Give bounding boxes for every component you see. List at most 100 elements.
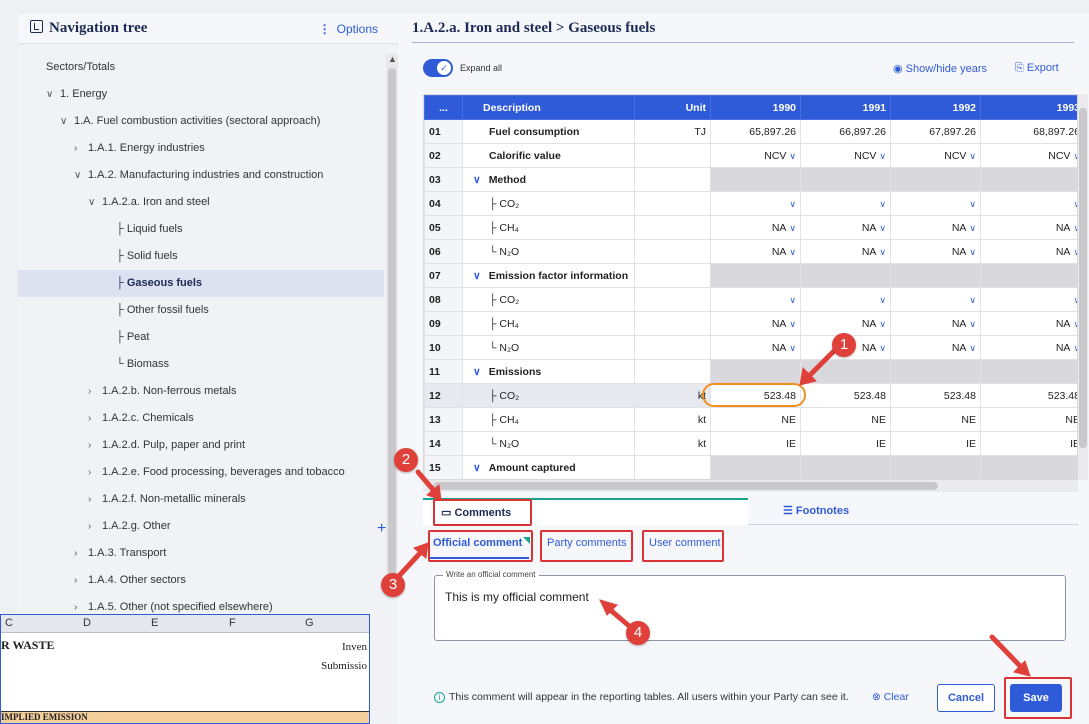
data-cell[interactable]: ∨ <box>980 287 1077 312</box>
tree-item[interactable]: › 1.A.2.b. Non-ferrous metals <box>18 378 384 405</box>
data-cell[interactable]: NA∨ <box>710 239 801 264</box>
tree-item[interactable]: › 1.A.4. Other sectors <box>18 567 384 594</box>
row-description[interactable]: ∨ Emission factor information <box>462 263 635 288</box>
chevron-down-icon[interactable]: ∨ <box>473 462 481 474</box>
chevron-down-icon[interactable]: ∨ <box>789 199 796 209</box>
scroll-up-icon[interactable]: ▲ <box>388 54 397 64</box>
chevron-down-icon[interactable]: ∨ <box>60 108 74 135</box>
chevron-right-icon[interactable]: › <box>88 486 102 513</box>
chevron-down-icon[interactable]: ∨ <box>969 247 976 257</box>
chevron-down-icon[interactable]: ∨ <box>879 199 886 209</box>
tree-item[interactable]: ∨ 1.A. Fuel combustion activities (sector… <box>18 108 384 135</box>
grid-vertical-scrollbar[interactable] <box>1078 94 1088 480</box>
plus-icon[interactable]: + <box>377 520 386 538</box>
tree-item[interactable]: › 1.A.2.d. Pulp, paper and print <box>18 432 384 459</box>
tree-item[interactable]: › 1.A.2.c. Chemicals <box>18 405 384 432</box>
grid-scroll-thumb[interactable] <box>1079 108 1087 448</box>
data-cell[interactable]: NA∨ <box>710 335 801 360</box>
data-cell[interactable]: NA∨ <box>890 335 981 360</box>
data-cell[interactable]: NCV∨ <box>890 143 981 168</box>
column-header[interactable]: ... <box>424 95 463 120</box>
data-cell[interactable]: ∨ <box>980 191 1077 216</box>
data-cell[interactable]: IE <box>710 431 801 456</box>
column-header[interactable]: Unit <box>634 95 711 120</box>
tree-item[interactable]: › 1.A.2.f. Non-metallic minerals <box>18 486 384 513</box>
chevron-down-icon[interactable]: ∨ <box>879 151 886 161</box>
data-cell[interactable]: ∨ <box>800 287 891 312</box>
tree-item[interactable]: ∨ 1.A.2. Manufacturing industries and con… <box>18 162 384 189</box>
data-cell[interactable]: NE <box>710 407 801 432</box>
data-cell[interactable]: NA∨ <box>710 311 801 336</box>
data-cell[interactable]: NA∨ <box>890 311 981 336</box>
tree-scroll-thumb[interactable] <box>388 68 396 594</box>
tree-item[interactable]: ├ Peat <box>18 324 384 351</box>
row-description[interactable]: ∨ Amount captured <box>462 455 635 479</box>
column-header[interactable]: Description <box>462 95 635 120</box>
data-cell[interactable]: NA∨ <box>710 215 801 240</box>
chevron-down-icon[interactable]: ∨ <box>969 319 976 329</box>
chevron-down-icon[interactable]: ∨ <box>473 270 481 282</box>
data-cell[interactable]: 65,897.26 <box>710 119 801 144</box>
data-cell[interactable]: 523.48 <box>800 383 891 408</box>
chevron-down-icon[interactable]: ∨ <box>88 189 102 216</box>
chevron-down-icon[interactable]: ∨ <box>789 151 796 161</box>
chevron-right-icon[interactable]: › <box>74 135 88 162</box>
data-cell[interactable]: 68,897.26 <box>980 119 1077 144</box>
grid-hscroll-thumb[interactable] <box>433 482 938 490</box>
tree-item[interactable]: ∨ 1. Energy <box>18 81 384 108</box>
data-cell[interactable]: NE <box>980 407 1077 432</box>
data-cell[interactable]: NCV∨ <box>800 143 891 168</box>
data-cell[interactable]: NE <box>800 407 891 432</box>
tree-scrollbar[interactable]: ▲ <box>386 54 398 594</box>
data-cell[interactable]: NE <box>890 407 981 432</box>
chevron-down-icon[interactable]: ∨ <box>969 343 976 353</box>
tree-item[interactable]: Sectors/Totals <box>18 54 384 81</box>
chevron-down-icon[interactable]: ∨ <box>969 199 976 209</box>
chevron-down-icon[interactable]: ∨ <box>473 366 481 378</box>
tree-item[interactable]: └ Biomass <box>18 351 384 378</box>
chevron-down-icon[interactable]: ∨ <box>473 174 481 186</box>
data-cell[interactable]: 67,897.26 <box>890 119 981 144</box>
data-cell[interactable]: NA∨ <box>980 311 1077 336</box>
tree-item[interactable]: ├ Liquid fuels <box>18 216 384 243</box>
chevron-down-icon[interactable]: ∨ <box>789 223 796 233</box>
data-cell[interactable]: 523.48 <box>890 383 981 408</box>
data-cell[interactable]: 523.48 <box>980 383 1077 408</box>
tree-item[interactable]: › 1.A.1. Energy industries <box>18 135 384 162</box>
chevron-down-icon[interactable]: ∨ <box>879 247 886 257</box>
data-cell[interactable]: 66,897.26 <box>800 119 891 144</box>
tree-item[interactable]: ├ Solid fuels <box>18 243 384 270</box>
chevron-down-icon[interactable]: ∨ <box>74 162 88 189</box>
tree-item[interactable]: › 1.A.3. Transport <box>18 540 384 567</box>
tree-item[interactable]: › 1.A.2.e. Food processing, beverages and… <box>18 459 384 486</box>
data-cell[interactable]: NA∨ <box>800 215 891 240</box>
expand-all-toggle[interactable] <box>423 59 453 77</box>
chevron-down-icon[interactable]: ∨ <box>789 319 796 329</box>
data-cell[interactable]: NA∨ <box>800 239 891 264</box>
chevron-down-icon[interactable]: ∨ <box>879 223 886 233</box>
data-cell[interactable]: ∨ <box>710 191 801 216</box>
data-cell[interactable]: IE <box>800 431 891 456</box>
options-button[interactable]: ⋮ Options <box>319 22 378 36</box>
grid-horizontal-scrollbar[interactable] <box>423 480 1078 492</box>
chevron-down-icon[interactable]: ∨ <box>969 151 976 161</box>
chevron-right-icon[interactable]: › <box>88 405 102 432</box>
chevron-down-icon[interactable]: ∨ <box>969 295 976 305</box>
tree-item[interactable]: ├ Other fossil fuels <box>18 297 384 324</box>
tree-item[interactable]: ∨ 1.A.2.a. Iron and steel <box>18 189 384 216</box>
data-cell[interactable]: NA∨ <box>800 311 891 336</box>
export-button[interactable]: ⎘ Export <box>1015 62 1059 75</box>
data-cell[interactable]: NA∨ <box>980 335 1077 360</box>
data-cell[interactable]: ∨ <box>890 287 981 312</box>
data-cell[interactable]: NA∨ <box>980 215 1077 240</box>
chevron-right-icon[interactable]: › <box>74 540 88 567</box>
chevron-right-icon[interactable]: › <box>88 432 102 459</box>
data-cell[interactable]: NA∨ <box>890 215 981 240</box>
data-cell[interactable]: NA∨ <box>890 239 981 264</box>
cancel-button[interactable]: Cancel <box>937 684 995 712</box>
tree-item[interactable]: › 1.A.2.g. Other <box>18 513 384 540</box>
row-description[interactable]: ∨ Method <box>462 167 635 192</box>
data-cell[interactable]: NCV∨ <box>710 143 801 168</box>
column-header[interactable]: 1991 <box>800 95 891 120</box>
tree-item[interactable]: ├ Gaseous fuels <box>18 270 384 297</box>
